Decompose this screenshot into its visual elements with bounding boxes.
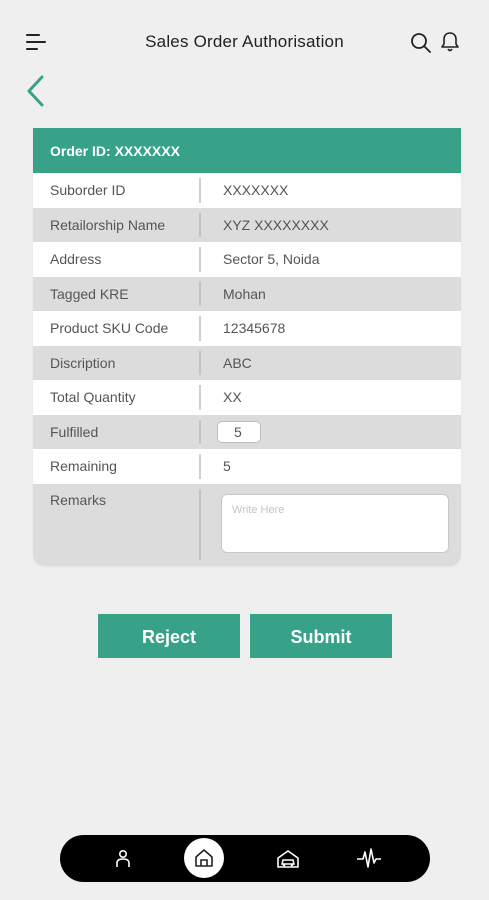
person-icon [116, 849, 130, 867]
row-label: Fulfilled [50, 423, 99, 440]
row-label: Tagged KRE [50, 285, 129, 302]
row-label: Retailorship Name [50, 216, 166, 233]
detail-row-remaining: Remaining 5 [33, 449, 461, 484]
row-value: 5 [223, 458, 231, 475]
bell-icon[interactable] [440, 31, 460, 53]
nav-profile[interactable] [101, 835, 145, 882]
row-value: 12345678 [223, 320, 286, 337]
car-icon [277, 849, 299, 868]
nav-vehicle[interactable] [266, 835, 310, 882]
search-icon[interactable] [410, 32, 432, 54]
back-arrow-icon[interactable] [24, 74, 50, 108]
divider [199, 489, 201, 560]
detail-row-retailorship-name: Retailorship Name XYZ XXXXXXXX [33, 207, 461, 242]
reject-button[interactable]: Reject [98, 614, 240, 658]
remarks-textarea[interactable] [221, 493, 449, 553]
submit-button[interactable]: Submit [250, 614, 392, 658]
row-value: Mohan [223, 285, 266, 302]
activity-icon [357, 847, 381, 868]
detail-row-tagged-kre: Tagged KRE Mohan [33, 276, 461, 311]
order-id-header: Order ID: XXXXXXX [33, 128, 461, 173]
bottom-nav [60, 835, 430, 882]
detail-row-total-quantity: Total Quantity XX [33, 380, 461, 415]
row-value: XX [223, 389, 242, 406]
detail-row-remarks: Remarks [33, 483, 461, 566]
row-label: Discription [50, 354, 116, 371]
divider [199, 178, 201, 203]
order-details-card: Order ID: XXXXXXX Suborder ID XXXXXXX Re… [33, 128, 461, 566]
fulfilled-input[interactable] [217, 420, 261, 443]
row-label: Remarks [50, 491, 107, 508]
row-label: Remaining [50, 458, 117, 475]
detail-row-address: Address Sector 5, Noida [33, 242, 461, 277]
detail-row-product-sku: Product SKU Code 12345678 [33, 311, 461, 346]
divider [199, 212, 201, 237]
divider [199, 350, 201, 375]
detail-row-suborder-id: Suborder ID XXXXXXX [33, 173, 461, 208]
detail-row-description: Discription ABC [33, 345, 461, 380]
row-label: Product SKU Code [50, 320, 169, 337]
row-value: ABC [223, 354, 252, 371]
row-label: Suborder ID [50, 182, 126, 199]
divider [199, 316, 201, 341]
divider [199, 454, 201, 479]
divider [199, 247, 201, 272]
nav-home[interactable] [184, 838, 224, 878]
divider [199, 419, 201, 444]
top-bar: Sales Order Authorisation [0, 0, 489, 107]
divider [199, 385, 201, 410]
row-label: Address [50, 251, 102, 268]
home-icon [195, 849, 213, 867]
detail-row-fulfilled: Fulfilled [33, 414, 461, 449]
row-value: XXXXXXX [223, 182, 289, 199]
nav-activity[interactable] [347, 835, 391, 882]
row-value: Sector 5, Noida [223, 251, 320, 268]
divider [199, 281, 201, 306]
row-label: Total Quantity [50, 389, 136, 406]
row-value: XYZ XXXXXXXX [223, 216, 329, 233]
